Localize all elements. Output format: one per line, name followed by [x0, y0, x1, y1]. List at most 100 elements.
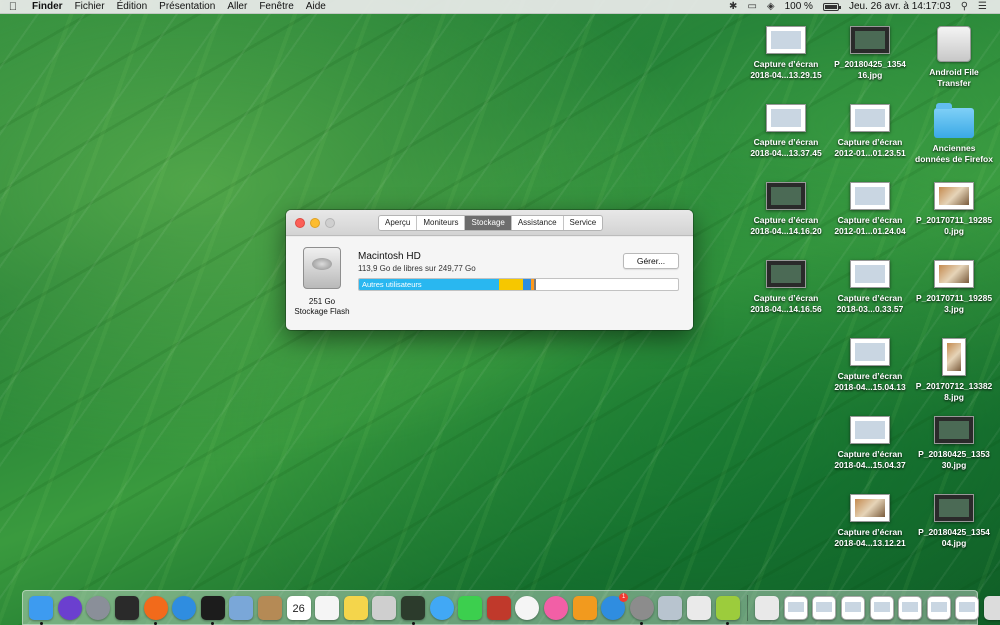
- clock[interactable]: Jeu. 26 avr. à 14:17:03: [844, 1, 956, 12]
- dock-recent-doc-7-icon[interactable]: [955, 595, 980, 620]
- desktop-icon[interactable]: Capture d’écran 2018-04...15.04.37: [830, 416, 910, 471]
- menu-fichier[interactable]: Fichier: [69, 1, 111, 12]
- dock-calendar-icon[interactable]: 26: [286, 595, 311, 620]
- desktop-icon-label: Capture d’écran 2018-04...14.16.20: [750, 215, 822, 236]
- desktop-icon[interactable]: P_20180425_1353 30.jpg: [914, 416, 994, 471]
- dock-siri-icon[interactable]: [57, 595, 82, 620]
- menu-edition[interactable]: Édition: [111, 1, 154, 12]
- file-thumbnail-icon: [766, 182, 806, 210]
- desktop-icon[interactable]: Capture d’écran 2018-03...0.33.57: [830, 260, 910, 315]
- menu-fenetre[interactable]: Fenêtre: [253, 1, 299, 12]
- file-thumbnail-icon: [850, 416, 890, 444]
- dock-photo-booth-2-icon[interactable]: [486, 595, 511, 620]
- tab-service[interactable]: Service: [564, 216, 603, 230]
- dock-recent-doc-3-icon[interactable]: [840, 595, 865, 620]
- dock-preview-icon[interactable]: [229, 595, 254, 620]
- file-thumbnail-icon: [850, 494, 890, 522]
- dock-terminal-icon[interactable]: [200, 595, 225, 625]
- usage-segment[interactable]: [499, 279, 524, 290]
- dock-contacts-icon[interactable]: [258, 595, 283, 620]
- tab-moniteurs[interactable]: Moniteurs: [417, 216, 466, 230]
- dock-recent-doc-5-icon[interactable]: [898, 595, 923, 620]
- desktop-icon-label: P_20170711_19285 0.jpg: [915, 215, 993, 236]
- dock-launchpad-icon[interactable]: [86, 595, 111, 620]
- spotlight-search-icon[interactable]: ⚲: [956, 1, 973, 12]
- tab-stockage[interactable]: Stockage: [465, 216, 512, 230]
- desktop-icon-label: P_20180425_1353 30.jpg: [918, 449, 990, 470]
- dock-android-file-transfer-icon[interactable]: [715, 595, 740, 625]
- dock-finder-icon[interactable]: [29, 595, 54, 625]
- dock-photo-booth-icon[interactable]: [372, 595, 397, 620]
- running-indicator: [411, 621, 415, 625]
- battery-percent[interactable]: 100 %: [780, 1, 818, 12]
- dock-reminders-icon[interactable]: [315, 595, 340, 620]
- desktop-icon[interactable]: Anciennes données de Firefox: [914, 103, 994, 165]
- desktop-icon[interactable]: P_20180425_1354 04.jpg: [914, 494, 994, 549]
- file-thumbnail-icon: [850, 26, 890, 54]
- bluetooth-icon[interactable]: ✱: [724, 1, 742, 12]
- dock-image-capture-icon[interactable]: [658, 595, 683, 620]
- tab-apercu[interactable]: Aperçu: [379, 216, 418, 230]
- desktop-icon[interactable]: P_20170712_13382 8.jpg: [914, 338, 994, 403]
- close-button[interactable]: [295, 218, 305, 228]
- dock-itunes-icon[interactable]: [543, 595, 568, 620]
- desktop-icon-label: Capture d’écran 2018-04...15.04.37: [834, 449, 906, 470]
- menu-presentation[interactable]: Présentation: [153, 1, 221, 12]
- dock-recent-doc-6-icon[interactable]: [926, 595, 951, 620]
- dock-facetime-icon[interactable]: [458, 595, 483, 620]
- desktop-icon[interactable]: Capture d’écran 2012-01...01.24.04: [830, 182, 910, 237]
- zoom-button[interactable]: [325, 218, 335, 228]
- dock-photos-icon[interactable]: [515, 595, 540, 620]
- dock-safari-icon[interactable]: [172, 595, 197, 620]
- desktop-icon[interactable]: Capture d’écran 2018-04...13.29.15: [746, 26, 826, 81]
- manage-button[interactable]: Gérer...: [623, 253, 679, 269]
- dock-recent-doc-2-icon[interactable]: [812, 595, 837, 620]
- dock-script-editor-icon[interactable]: [686, 595, 711, 620]
- airplay-icon[interactable]: ▭: [742, 1, 761, 12]
- about-this-mac-window[interactable]: Aperçu Moniteurs Stockage Assistance Ser…: [286, 210, 693, 330]
- desktop-icon[interactable]: Capture d’écran 2012-01...01.23.51: [830, 104, 910, 159]
- dock-recent-doc-4-icon[interactable]: [869, 595, 894, 620]
- dock-mission-control-icon[interactable]: [115, 595, 140, 620]
- menu-aller[interactable]: Aller: [221, 1, 253, 12]
- dock-firefox-icon[interactable]: [143, 595, 168, 625]
- notification-center-icon[interactable]: ☰: [973, 1, 992, 12]
- usage-segment[interactable]: [533, 279, 536, 290]
- tab-assistance[interactable]: Assistance: [512, 216, 564, 230]
- desktop-icon[interactable]: Capture d’écran 2018-04...13.12.21: [830, 494, 910, 549]
- drive-caption: 251 Go Stockage Flash: [288, 297, 356, 317]
- desktop-icon[interactable]: Capture d’écran 2018-04...14.16.56: [746, 260, 826, 315]
- desktop-icon[interactable]: Capture d’écran 2018-04...13.37.45: [746, 104, 826, 159]
- desktop-icon[interactable]: P_20180425_1354 16.jpg: [830, 26, 910, 81]
- desktop-icon[interactable]: P_20170711_19285 0.jpg: [914, 182, 994, 237]
- dock-disk-utility-icon[interactable]: [755, 595, 780, 620]
- dock-trash-icon[interactable]: [983, 595, 1000, 620]
- usage-segment[interactable]: Autres utilisateurs: [359, 279, 500, 290]
- dock-app-store-icon[interactable]: 1: [601, 592, 629, 620]
- dock-recent-doc-1-icon[interactable]: [783, 595, 808, 620]
- file-thumbnail-icon: [934, 416, 974, 444]
- tab-bar: Aperçu Moniteurs Stockage Assistance Ser…: [378, 215, 604, 231]
- desktop-icon[interactable]: Capture d’écran 2018-04...15.04.13: [830, 338, 910, 393]
- menu-app-name[interactable]: Finder: [26, 1, 69, 12]
- dock-activity-monitor-icon[interactable]: [401, 595, 426, 625]
- menu-aide[interactable]: Aide: [300, 1, 332, 12]
- dock-system-preferences-icon[interactable]: [629, 595, 654, 625]
- desktop-icon-label: P_20180425_1354 04.jpg: [918, 527, 990, 548]
- usage-segment[interactable]: [523, 279, 532, 290]
- desktop-icon[interactable]: Android File Transfer: [914, 26, 994, 89]
- desktop-icon[interactable]: Capture d’écran 2018-04...14.16.20: [746, 182, 826, 237]
- storage-usage-bar[interactable]: Autres utilisateurs: [358, 278, 679, 291]
- dock-notes-icon[interactable]: [343, 595, 368, 620]
- dock-messages-icon[interactable]: [429, 595, 454, 620]
- desktop-icon-label: Capture d’écran 2018-03...0.33.57: [836, 293, 904, 314]
- desktop-icon-label: P_20170711_19285 3.jpg: [915, 293, 993, 314]
- dock-ibooks-icon[interactable]: [572, 595, 597, 620]
- apple-menu-icon[interactable]: : [0, 1, 26, 13]
- window-titlebar[interactable]: Aperçu Moniteurs Stockage Assistance Ser…: [286, 210, 693, 236]
- minimize-button[interactable]: [310, 218, 320, 228]
- wifi-icon[interactable]: ◈: [762, 1, 780, 12]
- battery-icon[interactable]: [822, 2, 841, 11]
- desktop-icon[interactable]: P_20170711_19285 3.jpg: [914, 260, 994, 315]
- notification-badge: 1: [619, 592, 629, 602]
